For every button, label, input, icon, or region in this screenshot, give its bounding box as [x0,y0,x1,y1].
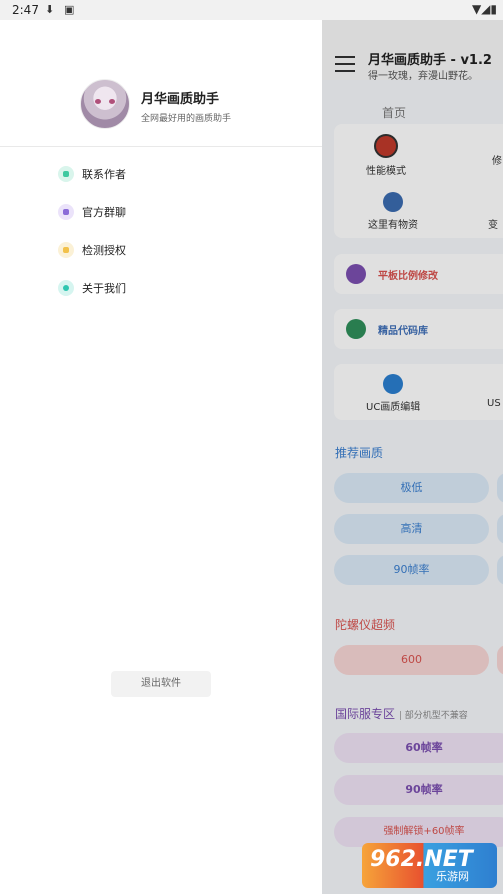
intl-90fps[interactable]: 90帧率 [334,775,503,805]
feature-resources[interactable]: 这里有物资 [368,192,418,231]
app-subtitle: 得一玫瑰，弃漫山野花。 [368,71,478,82]
site-watermark-logo: 962.NET 乐游网 [362,843,497,888]
menu-contact-author[interactable]: 联系作者 [58,164,258,184]
menu-check-authorization[interactable]: 检测授权 [58,240,258,260]
resources-icon [383,192,403,212]
code-library-card[interactable]: 精品代码库 [334,309,503,349]
speedometer-icon [374,134,398,158]
option-90fps[interactable]: 90帧率 [334,555,489,585]
option-partial-3[interactable] [497,555,503,585]
option-very-low[interactable]: 极低 [334,473,489,503]
menu-official-group[interactable]: 官方群聊 [58,202,258,222]
download-icon: ⬇ [45,3,55,16]
feature-partial-3[interactable]: US [487,398,501,409]
status-time: 2:47 [12,3,39,17]
group-icon [58,204,74,220]
menu-label: 关于我们 [82,282,126,295]
option-hd[interactable]: 高清 [334,514,489,544]
intl-section-title: 国际服专区 [335,707,396,721]
code-library-label: 精品代码库 [378,326,428,337]
feature-partial-2[interactable]: 变 [488,216,498,231]
intl-60fps[interactable]: 60帧率 [334,733,503,763]
option-partial-2[interactable] [497,514,503,544]
drawer-tagline: 全网最好用的画质助手 [141,114,232,124]
menu-label: 官方群聊 [82,206,126,219]
drawer-divider [0,146,322,147]
watermark-sub: 乐游网 [436,870,469,883]
menu-icon[interactable] [335,56,355,72]
menu-label: 联系作者 [82,168,126,181]
tablet-ratio-card[interactable]: 平板比例修改 [334,254,503,294]
tablet-ratio-label: 平板比例修改 [378,271,438,282]
recommend-section-title: 推荐画质 [335,446,384,460]
intl-section: 国际服专区 | 部分机型不兼容 [335,707,468,721]
avatar [80,79,130,129]
option-partial[interactable] [497,473,503,503]
tablet-icon [346,264,366,284]
tab-home[interactable]: 首页 [382,104,406,121]
navigation-drawer: 月华画质助手 全网最好用的画质助手 联系作者 官方群聊 检测授权 关于我们 退出… [0,20,322,894]
code-library-icon [346,319,366,339]
status-bar: 2:47 ⬇ ▣ ▼◢▮ [0,0,503,20]
gyro-section-title: 陀螺仪超频 [335,618,396,632]
drawer-app-name: 月华画质助手 [141,92,220,107]
menu-about-us[interactable]: 关于我们 [58,278,258,298]
feature-uc-editor[interactable]: UC画质编辑 [366,374,420,413]
folder-icon [58,242,74,258]
drop-icon [58,280,74,296]
gyro-option-partial[interactable] [497,645,503,675]
feature-card [334,124,503,238]
feature-partial[interactable]: 修 [492,152,502,167]
exit-button[interactable]: 退出软件 [111,671,211,697]
gyro-option-600[interactable]: 600 [334,645,489,675]
signal-battery-icon: ▼◢▮ [471,2,497,16]
menu-label: 检测授权 [82,244,126,257]
uc-icon [383,374,404,394]
person-icon [58,166,74,182]
notification-icon: ▣ [64,3,75,16]
intl-note: 部分机型不兼容 [404,711,468,721]
feature-performance-mode[interactable]: 性能模式 [366,134,406,177]
app-title: 月华画质助手 - v1.2 [368,53,492,68]
